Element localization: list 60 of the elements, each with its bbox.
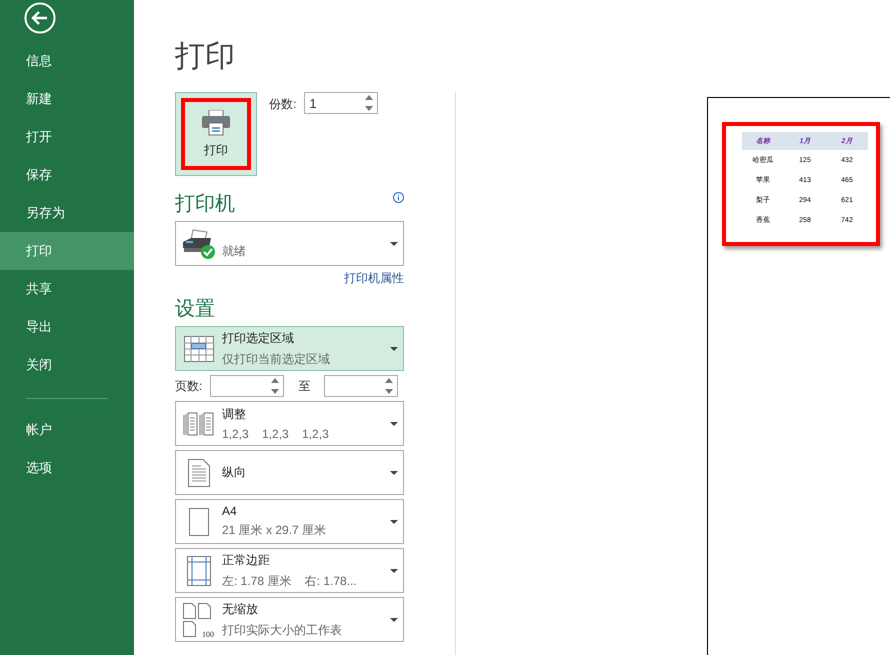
sidebar-item[interactable]: 保存 — [0, 156, 134, 194]
setting-subtitle: 左: 1.78 厘米 右: 1.78... — [222, 572, 358, 590]
spinner-arrows-icon[interactable] — [271, 377, 280, 395]
spinner-arrows-icon[interactable] — [385, 377, 394, 395]
portrait-page-icon — [188, 458, 210, 486]
printer-icon — [201, 110, 231, 136]
sidebar-item[interactable]: 打印 — [0, 232, 134, 270]
page-from-field[interactable] — [210, 375, 284, 397]
setting-subtitle: 21 厘米 x 29.7 厘米 — [222, 522, 328, 539]
printer-heading: 打印机 — [175, 192, 235, 217]
print-button[interactable]: 打印 — [175, 92, 257, 176]
to-label: 至 — [297, 378, 312, 394]
setting-dropdown[interactable]: A4 21 厘米 x 29.7 厘米 — [175, 499, 404, 544]
sidebar-item[interactable]: 打开 — [0, 118, 134, 156]
setting-dropdown[interactable]: 正常边距 左: 1.78 厘米 右: 1.78... — [175, 548, 404, 593]
printer-properties-link[interactable]: 打印机属性 — [175, 270, 404, 287]
dropdown-caret-icon — [390, 618, 398, 622]
setting-dropdown[interactable]: 纵向 — [175, 450, 404, 495]
spinner-arrows-icon[interactable] — [365, 94, 374, 112]
sidebar-item[interactable]: 关闭 — [0, 346, 134, 384]
setting-dropdown[interactable]: 调整 1,2,3 1,2,3 1,2,3 — [175, 401, 404, 446]
page-title: 打印 — [175, 39, 236, 75]
collated-pages-icon — [183, 410, 215, 436]
page-to-field[interactable] — [324, 375, 398, 397]
setting-subtitle: 1,2,3 1,2,3 1,2,3 — [222, 427, 330, 441]
dropdown-caret-icon — [390, 470, 398, 474]
setting-title: A4 — [222, 504, 238, 518]
setting-dropdown[interactable]: 100 无缩放 打印实际大小的工作表 — [175, 597, 404, 642]
sidebar-item[interactable]: 导出 — [0, 308, 134, 346]
copies-label: 份数: — [269, 96, 296, 113]
sidebar-item[interactable]: 新建 — [0, 80, 134, 118]
sidebar-item[interactable]: 共享 — [0, 270, 134, 308]
setting-title: 调整 — [222, 406, 247, 423]
printer-ready-icon — [181, 228, 217, 260]
setting-title: 无缩放 — [222, 600, 259, 618]
setting-title: 打印选定区域 — [222, 330, 295, 346]
margins-page-icon — [187, 556, 211, 586]
sidebar-item[interactable]: 选项 — [0, 449, 134, 487]
pages-label: 页数: — [175, 378, 202, 394]
setting-subtitle: 仅打印当前选定区域 — [222, 350, 331, 368]
dropdown-caret-icon — [390, 568, 398, 572]
setting-subtitle: 打印实际大小的工作表 — [222, 622, 343, 638]
setting-dropdown[interactable]: 打印选定区域 仅打印当前选定区域 — [175, 326, 404, 371]
sidebar-item[interactable]: 另存为 — [0, 194, 134, 232]
dropdown-caret-icon — [390, 520, 398, 524]
dropdown-caret-icon — [390, 346, 398, 350]
scale-percent-label: 100 — [202, 630, 214, 638]
setting-title: 正常边距 — [222, 552, 271, 568]
sidebar-item[interactable]: 帐户 — [0, 411, 134, 449]
blank-page-icon — [189, 508, 209, 536]
dropdown-caret-icon — [390, 422, 398, 426]
printer-dropdown[interactable]: 就绪 — [175, 221, 404, 266]
info-icon[interactable] — [393, 192, 404, 203]
setting-title: 纵向 — [222, 464, 247, 481]
sheet-grid-icon — [184, 336, 214, 362]
copies-field[interactable]: 1 — [304, 92, 378, 114]
printer-status: 就绪 — [222, 243, 247, 260]
settings-heading: 设置 — [175, 297, 215, 322]
sidebar-item[interactable]: 信息 — [0, 42, 134, 80]
dropdown-caret-icon — [390, 242, 398, 246]
